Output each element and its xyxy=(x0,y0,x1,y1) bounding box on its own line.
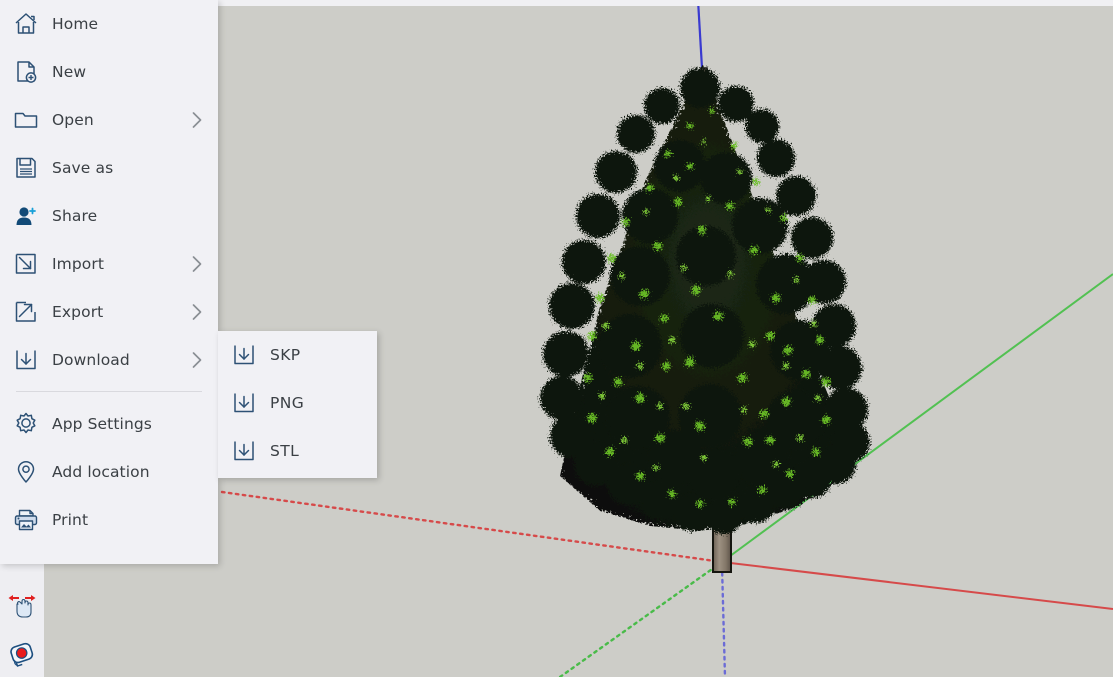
import-arrow-icon xyxy=(4,240,48,288)
menu-item-open[interactable]: Open xyxy=(0,96,218,144)
submenu-item-skp-label: SKP xyxy=(270,346,301,364)
menu-item-print-label: Print xyxy=(52,511,89,529)
home-icon xyxy=(4,0,48,48)
menu-item-save-as-label: Save as xyxy=(52,159,114,177)
printer-icon xyxy=(4,496,48,544)
menu-item-app-settings[interactable]: App Settings xyxy=(0,400,218,448)
export-arrow-icon xyxy=(4,288,48,336)
pan-hand-icon xyxy=(8,595,36,618)
menu-item-app-settings-label: App Settings xyxy=(52,415,152,433)
submenu-item-png-label: PNG xyxy=(270,394,305,412)
chevron-right-icon xyxy=(190,349,204,371)
submenu-item-stl[interactable]: STL xyxy=(218,427,377,475)
map-pin-icon xyxy=(4,448,48,496)
main-menu-panel: Home New Open Save as Share Import Expor… xyxy=(0,0,218,564)
menu-item-share-label: Share xyxy=(52,207,98,225)
download-icon xyxy=(222,379,266,427)
download-icon xyxy=(222,331,266,379)
chevron-right-icon xyxy=(190,301,204,323)
menu-item-share[interactable]: Share xyxy=(0,192,218,240)
menu-divider xyxy=(16,391,202,392)
menu-item-download-label: Download xyxy=(52,351,130,369)
menu-item-import[interactable]: Import xyxy=(0,240,218,288)
menu-item-home-label: Home xyxy=(52,15,99,33)
menu-item-add-location[interactable]: Add location xyxy=(0,448,218,496)
menu-item-home[interactable]: Home xyxy=(0,0,218,48)
menu-item-add-location-label: Add location xyxy=(52,463,150,481)
chevron-right-icon xyxy=(190,253,204,275)
share-person-icon xyxy=(4,192,48,240)
folder-icon xyxy=(4,96,48,144)
download-icon xyxy=(4,336,48,384)
submenu-item-stl-label: STL xyxy=(270,442,300,460)
save-disk-icon xyxy=(4,144,48,192)
menu-item-import-label: Import xyxy=(52,255,105,273)
menu-item-export-label: Export xyxy=(52,303,104,321)
submenu-item-skp[interactable]: SKP xyxy=(218,331,377,379)
new-document-icon xyxy=(4,48,48,96)
application-window: Home New Open Save as Share Import Expor… xyxy=(0,0,1113,677)
pan-tool-button[interactable] xyxy=(0,582,44,630)
menu-item-print[interactable]: Print xyxy=(0,496,218,544)
menu-item-download[interactable]: Download xyxy=(0,336,218,384)
download-submenu: SKP PNG STL xyxy=(218,331,377,478)
menu-item-open-label: Open xyxy=(52,111,94,129)
record-tool-button[interactable] xyxy=(0,630,44,677)
gear-icon xyxy=(4,400,48,448)
chevron-right-icon xyxy=(190,109,204,131)
download-icon xyxy=(222,427,266,475)
menu-item-export[interactable]: Export xyxy=(0,288,218,336)
menu-item-new[interactable]: New xyxy=(0,48,218,96)
menu-item-new-label: New xyxy=(52,63,87,81)
submenu-item-png[interactable]: PNG xyxy=(218,379,377,427)
tape-measure-icon xyxy=(10,642,34,667)
menu-item-save-as[interactable]: Save as xyxy=(0,144,218,192)
